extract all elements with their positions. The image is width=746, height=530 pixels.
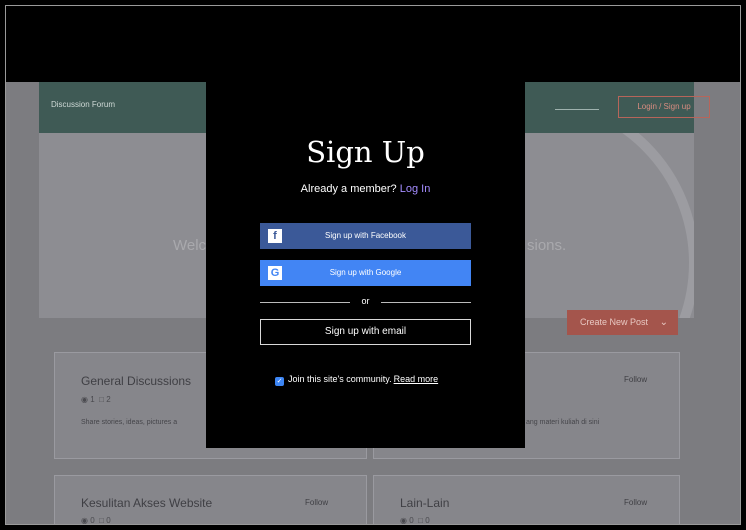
chevron-down-icon: ⌄	[659, 317, 668, 328]
follow-button[interactable]: Follow	[624, 375, 647, 384]
signup-modal: Sign Up Already a member? Log In f Sign …	[206, 82, 525, 448]
login-link[interactable]: Log In	[400, 183, 431, 195]
follow-button[interactable]: Follow	[624, 498, 647, 507]
or-divider: or	[260, 296, 471, 308]
signup-google-button[interactable]: G Sign up with Google	[260, 260, 471, 286]
facebook-button-label: Sign up with Facebook	[325, 231, 406, 240]
already-member-text: Already a member?	[300, 183, 397, 195]
category-card[interactable]: Kesulitan Akses Website Follow ◉ 0 □ 0	[54, 475, 367, 525]
comments-count: 2	[106, 395, 111, 404]
join-community-row: ✓ Join this site's community. Read more	[275, 374, 438, 386]
facebook-icon: f	[268, 229, 282, 243]
join-community-label[interactable]: Join this site's community.	[288, 374, 392, 384]
google-button-label: Sign up with Google	[329, 268, 402, 277]
comments-count: 0	[425, 516, 430, 525]
eye-icon: ◉	[81, 395, 88, 404]
eye-icon: ◉	[400, 516, 407, 525]
comment-icon: □	[99, 395, 104, 404]
comment-icon: □	[418, 516, 423, 525]
follow-button[interactable]: Follow	[305, 498, 328, 507]
or-text: or	[361, 296, 370, 306]
google-icon: G	[268, 266, 282, 280]
signup-facebook-button[interactable]: f Sign up with Facebook	[260, 223, 471, 249]
read-more-link[interactable]: Read more	[394, 374, 439, 384]
card-stats: ◉ 0 □ 0	[400, 516, 430, 525]
card-description: ang materi kuliah di sini	[526, 419, 600, 426]
card-stats: ◉ 1 □ 2	[81, 395, 111, 404]
search-underline	[555, 109, 599, 110]
modal-title: Sign Up	[306, 135, 425, 169]
login-signup-button[interactable]: Login / Sign up	[618, 96, 710, 118]
views-count: 1	[90, 395, 95, 404]
browser-frame: Discussion Forum Login / Sign up Welc si…	[5, 5, 741, 525]
comments-count: 0	[106, 516, 111, 525]
eye-icon: ◉	[81, 516, 88, 525]
join-community-checkbox[interactable]: ✓	[275, 377, 284, 386]
card-title[interactable]: Kesulitan Akses Website	[81, 496, 212, 510]
signup-email-button[interactable]: Sign up with email	[260, 319, 471, 345]
site-title[interactable]: Discussion Forum	[51, 100, 115, 109]
already-member-row: Already a member? Log In	[206, 183, 525, 195]
hero-text-right: sions.	[527, 237, 567, 254]
card-title[interactable]: Lain-Lain	[400, 496, 449, 510]
views-count: 0	[90, 516, 95, 525]
create-post-label: Create New Post	[580, 317, 649, 327]
divider-line-right	[381, 302, 471, 303]
card-title[interactable]: General Discussions	[81, 374, 191, 388]
views-count: 0	[409, 516, 414, 525]
comment-icon: □	[99, 516, 104, 525]
category-card[interactable]: Lain-Lain Follow ◉ 0 □ 0	[373, 475, 680, 525]
hero-text-left: Welc	[173, 237, 207, 254]
create-new-post-button[interactable]: Create New Post ⌄	[567, 310, 678, 335]
card-description: Share stories, ideas, pictures a	[81, 419, 178, 426]
card-stats: ◉ 0 □ 0	[81, 516, 111, 525]
